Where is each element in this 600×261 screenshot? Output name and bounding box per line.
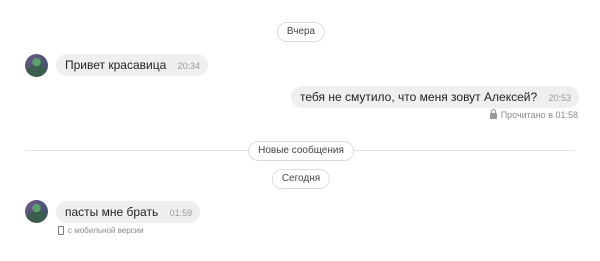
lock-icon — [489, 109, 497, 119]
sent-from-text: с мобильной версии — [68, 226, 144, 235]
message-text: тебя не смутило, что меня зовут Алексей? — [299, 90, 538, 104]
message-time: 20:53 — [548, 93, 571, 103]
message-bubble-incoming: Привет красавица 20:34 — [56, 54, 209, 76]
sent-from-mobile: с мобильной версии — [58, 226, 144, 235]
date-separator-today: Сегодня — [271, 169, 331, 189]
avatar[interactable] — [25, 54, 48, 77]
date-separator-yesterday: Вчера — [276, 22, 326, 42]
message-time: 01:59 — [169, 208, 193, 218]
message-bubble-outgoing: тебя не смутило, что меня зовут Алексей?… — [290, 86, 579, 108]
message-text: Привет красавица — [65, 58, 167, 72]
message-text: пасты мне брать — [65, 205, 159, 219]
new-messages-label: Новые сообщения — [248, 141, 354, 161]
phone-icon — [58, 226, 64, 235]
avatar[interactable] — [25, 200, 48, 223]
message-time: 20:34 — [177, 61, 201, 71]
message-bubble-incoming: пасты мне брать 01:59 — [56, 201, 201, 223]
read-status-text: Прочитано в 01:58 — [500, 110, 578, 120]
read-receipt: Прочитано в 01:58 — [489, 109, 578, 120]
